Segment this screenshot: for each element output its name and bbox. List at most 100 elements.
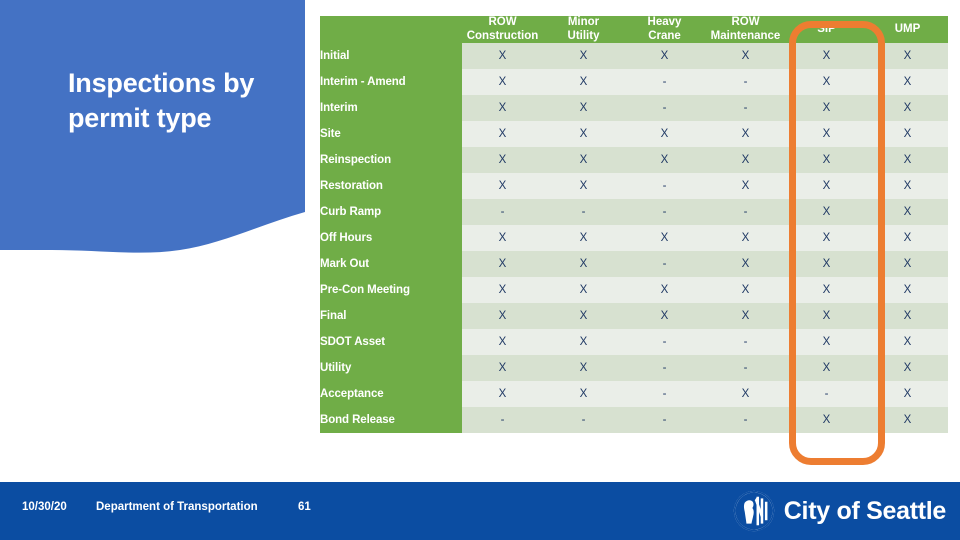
table-cell: X [543, 43, 624, 70]
table-cell: - [624, 355, 705, 382]
table-cell: X [543, 277, 624, 304]
table-row: Utility X X - - X X [320, 355, 948, 382]
column-header-line1: SIP [817, 22, 836, 35]
table-cell: X [462, 277, 543, 304]
row-label: Initial [320, 43, 462, 70]
column-header-row-construction: ROW Construction [462, 16, 543, 44]
table-cell: X [786, 225, 867, 252]
table-cell: - [624, 173, 705, 200]
table-cell: X [543, 95, 624, 122]
table-cell: - [624, 381, 705, 408]
row-label: Off Hours [320, 225, 462, 252]
table-cell: X [543, 251, 624, 278]
table-cell: - [624, 329, 705, 356]
footer-department: Department of Transportation [96, 501, 258, 513]
table-cell: - [543, 199, 624, 226]
table-cell: X [705, 147, 786, 174]
table-cell: X [462, 147, 543, 174]
column-header-row-maintenance: ROW Maintenance [705, 16, 786, 44]
table-cell: X [867, 407, 948, 434]
table-cell: - [543, 407, 624, 434]
table-cell: - [624, 95, 705, 122]
column-header-sip: SIP [786, 16, 867, 44]
table-cell: X [543, 303, 624, 330]
table-cell: X [786, 147, 867, 174]
table-row: Curb Ramp - - - - X X [320, 199, 948, 226]
row-label: Mark Out [320, 251, 462, 278]
table-cell: X [786, 69, 867, 96]
column-header-line2: Maintenance [710, 29, 781, 42]
title-block-shape [0, 0, 305, 253]
table-cell: X [624, 121, 705, 148]
table-cell: - [705, 355, 786, 382]
table-row: SDOT Asset X X - - X X [320, 329, 948, 356]
table-header-row: ROW Construction Minor Utility Heavy Cra… [320, 16, 948, 44]
footer-bar: 10/30/20 Department of Transportation 61… [0, 482, 960, 540]
table-cell: X [786, 121, 867, 148]
city-of-seattle-brand: City of Seattle [733, 490, 946, 532]
table-row: Final X X X X X X [320, 303, 948, 330]
table-cell: X [867, 329, 948, 356]
table-cell: - [786, 381, 867, 408]
row-label: Curb Ramp [320, 199, 462, 226]
table-cell: X [543, 69, 624, 96]
table-cell: X [705, 303, 786, 330]
table-row: Initial X X X X X X [320, 43, 948, 70]
column-header-line1: ROW [488, 16, 517, 28]
table-cell: X [867, 381, 948, 408]
table-cell: X [786, 173, 867, 200]
table-cell: - [462, 199, 543, 226]
row-label: Utility [320, 355, 462, 382]
table-cell: X [462, 381, 543, 408]
table-row: Site X X X X X X [320, 121, 948, 148]
brand-text: City of Seattle [783, 496, 947, 525]
table-cell: X [462, 121, 543, 148]
table-row: Restoration X X - X X X [320, 173, 948, 200]
table-cell: - [705, 407, 786, 434]
table-row: Interim - Amend X X - - X X [320, 69, 948, 96]
table-cell: X [867, 303, 948, 330]
table-cell: X [705, 173, 786, 200]
table-cell: X [705, 225, 786, 252]
table-row: Bond Release - - - - X X [320, 407, 948, 434]
table-cell: X [867, 69, 948, 96]
table-cell: X [624, 303, 705, 330]
table-row: Pre-Con Meeting X X X X X X [320, 277, 948, 304]
column-header-line1: ROW [731, 16, 760, 28]
table-cell: X [462, 225, 543, 252]
table-cell: X [624, 277, 705, 304]
column-header-heavy-crane: Heavy Crane [624, 16, 705, 44]
inspections-by-permit-type-table: ROW Construction Minor Utility Heavy Cra… [320, 16, 948, 434]
column-header-line1: UMP [894, 22, 921, 35]
row-label: SDOT Asset [320, 329, 462, 356]
table-cell: - [705, 69, 786, 96]
table-cell: X [543, 329, 624, 356]
table-cell: X [786, 277, 867, 304]
table-cell: X [786, 407, 867, 434]
table-cell: X [543, 147, 624, 174]
table-row: Reinspection X X X X X X [320, 147, 948, 174]
table-cell: X [543, 121, 624, 148]
table-cell: X [786, 251, 867, 278]
table-row: Interim X X - - X X [320, 95, 948, 122]
column-header-line2: Crane [648, 29, 681, 42]
table-cell: X [624, 43, 705, 70]
table-cell: - [624, 69, 705, 96]
table-cell: X [786, 95, 867, 122]
table-header: ROW Construction Minor Utility Heavy Cra… [320, 16, 948, 44]
table-cell: X [462, 303, 543, 330]
table-cell: X [786, 199, 867, 226]
table-cell: X [705, 251, 786, 278]
table-cell: X [543, 381, 624, 408]
column-header-ump: UMP [867, 16, 948, 44]
row-label: Restoration [320, 173, 462, 200]
table-row: Acceptance X X - X - X [320, 381, 948, 408]
table-cell: - [705, 329, 786, 356]
table-cell: X [462, 69, 543, 96]
table-cell: X [867, 147, 948, 174]
row-label: Interim [320, 95, 462, 122]
table-body: Initial X X X X X X Interim - Amend X X - - X X Interi… [320, 43, 948, 434]
column-header-line2: Construction [466, 29, 539, 42]
table-cell: X [624, 225, 705, 252]
table-cell: X [867, 173, 948, 200]
